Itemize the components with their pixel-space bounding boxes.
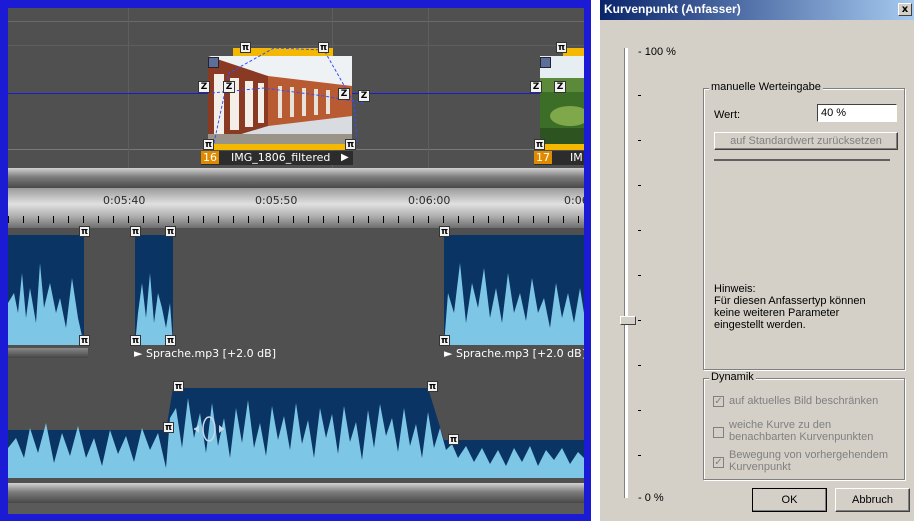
group-legend: manuelle Werteingabe — [709, 81, 823, 93]
audio-waveform — [8, 235, 584, 345]
checkbox-restrict-current-frame[interactable]: ✓ — [713, 396, 724, 407]
move-cursor-icon — [194, 416, 224, 442]
slider-max-label: - 100 % — [638, 46, 676, 58]
track-line — [8, 45, 584, 46]
keyframe-handle[interactable]: π — [203, 139, 214, 150]
close-button[interactable]: x — [898, 3, 912, 16]
track-line — [128, 8, 129, 168]
photo-garden-image — [540, 56, 584, 144]
zoom-handle[interactable]: Z — [530, 81, 542, 93]
audio-clip-label: ► Sprache.mp3 [+2.0 dB] — [134, 347, 276, 360]
track-line — [428, 8, 429, 168]
curve-point-dialog: Kurvenpunkt (Anfasser) x - 100 % - 0 % m… — [599, 0, 914, 521]
keyframe-handle[interactable]: π — [448, 434, 459, 445]
keyframe-handle[interactable]: π — [318, 42, 329, 53]
timeline-area: π π π π Z Z Z Z 16 IMG_1806_filtered ▶ π… — [8, 8, 584, 514]
group-legend: Dynamik — [709, 371, 756, 383]
dynamics-group: Dynamik ✓ auf aktuelles Bild beschränken… — [703, 371, 905, 480]
ruler-tick-label: 0:05:40 — [103, 194, 146, 207]
slider-min-label: - 0 % — [638, 492, 664, 504]
audio-clip-name: Sprache.mp3 [+2.0 dB] — [455, 347, 584, 360]
checkbox-label: Bewegung von vorhergehendem — [729, 449, 889, 461]
clip-caption: 16 IMG_1806_filtered ▶ — [201, 151, 353, 165]
manual-input-group: manuelle Werteingabe Wert: auf Standardw… — [703, 81, 905, 370]
clip-play-icon[interactable]: ▶ — [341, 151, 349, 164]
zoom-handle[interactable]: Z — [358, 90, 370, 102]
keyframe-handle[interactable]: π — [534, 139, 545, 150]
keyframe-handle[interactable]: π — [165, 226, 176, 237]
ruler-tick-label: 0:05:50 — [255, 194, 298, 207]
keyframe-handle[interactable]: π — [427, 381, 438, 392]
ruler-tick-label: 0:06:00 — [408, 194, 451, 207]
keyframe-handle[interactable]: π — [163, 422, 174, 433]
keyframe-handle[interactable]: π — [345, 139, 356, 150]
checkbox-label: Kurvenpunkt — [729, 461, 791, 473]
hint-line: keine weiteren Parameter — [714, 307, 840, 319]
slider-track — [624, 48, 628, 498]
hint-title: Hinweis: — [714, 283, 756, 295]
keyframe-handle[interactable]: π — [165, 335, 176, 346]
audio-clip-label: ► Sprache.mp3 [+2.0 dB] — [444, 347, 584, 360]
clip-bar-bottom — [540, 144, 584, 150]
audio-clip-bar — [8, 348, 88, 358]
hint-line: eingestellt werden. — [714, 319, 806, 331]
keyframe-handle[interactable]: π — [240, 42, 251, 53]
timeline-editor: π π π π Z Z Z Z 16 IMG_1806_filtered ▶ π… — [0, 0, 591, 521]
separator-line — [714, 159, 890, 161]
ruler-tick-label: 0:06 — [564, 194, 584, 207]
selected-keyframe-handle[interactable] — [208, 57, 219, 68]
slider-thumb[interactable] — [620, 316, 636, 325]
horizontal-scrollbar[interactable] — [8, 168, 584, 188]
value-slider[interactable] — [620, 40, 640, 505]
value-input[interactable] — [817, 104, 897, 122]
keyframe-handle[interactable]: π — [130, 335, 141, 346]
checkbox-previous-point-motion[interactable]: ✓ — [713, 457, 724, 468]
zoom-handle[interactable]: Z — [554, 81, 566, 93]
keyframe-handle[interactable]: π — [556, 42, 567, 53]
checkbox-label: auf aktuelles Bild beschränken — [729, 395, 879, 407]
time-ruler[interactable]: 0:05:40 0:05:50 0:06:00 0:06 — [8, 188, 584, 228]
keyframe-handle[interactable]: π — [79, 226, 90, 237]
volume-envelope-waveform — [8, 388, 584, 478]
reset-default-button[interactable]: auf Standardwert zurücksetzen — [714, 132, 898, 150]
zoom-handle[interactable]: Z — [198, 81, 210, 93]
value-label: Wert: — [714, 109, 741, 121]
checkbox-label: weiche Kurve zu den — [729, 419, 832, 431]
selected-keyframe-handle[interactable] — [540, 57, 551, 68]
checkbox-label: benachbarten Kurvenpunkten — [729, 431, 874, 443]
keyframe-handle[interactable]: π — [130, 226, 141, 237]
track-footer — [8, 503, 584, 514]
zoom-handle[interactable]: Z — [338, 88, 350, 100]
keyframe-handle[interactable]: π — [439, 226, 450, 237]
dialog-title: Kurvenpunkt (Anfasser) — [604, 2, 741, 16]
clip-thumbnail[interactable] — [540, 56, 584, 144]
keyframe-handle[interactable]: π — [79, 335, 90, 346]
zoom-handle[interactable]: Z — [223, 81, 235, 93]
keyframe-handle[interactable]: π — [173, 381, 184, 392]
cancel-button[interactable]: Abbruch — [835, 488, 910, 512]
keyframe-handle[interactable]: π — [439, 335, 450, 346]
slider-scale-marks — [638, 55, 642, 485]
horizontal-scrollbar[interactable] — [8, 483, 584, 503]
hint-line: Für diesen Anfassertyp können — [714, 295, 866, 307]
clip-number: 16 — [201, 151, 219, 164]
clip-name: IM — [570, 151, 583, 164]
dialog-titlebar[interactable]: Kurvenpunkt (Anfasser) x — [600, 0, 914, 20]
clip-caption: 17 IM — [534, 151, 584, 165]
clip-name: IMG_1806_filtered — [231, 151, 331, 164]
ok-button[interactable]: OK — [752, 488, 827, 512]
track-line — [8, 21, 584, 22]
clip-number: 17 — [534, 151, 552, 164]
audio-clip-name: Sprache.mp3 [+2.0 dB] — [145, 347, 276, 360]
ruler-ticks — [8, 216, 584, 223]
checkbox-smooth-curve[interactable] — [713, 427, 724, 438]
